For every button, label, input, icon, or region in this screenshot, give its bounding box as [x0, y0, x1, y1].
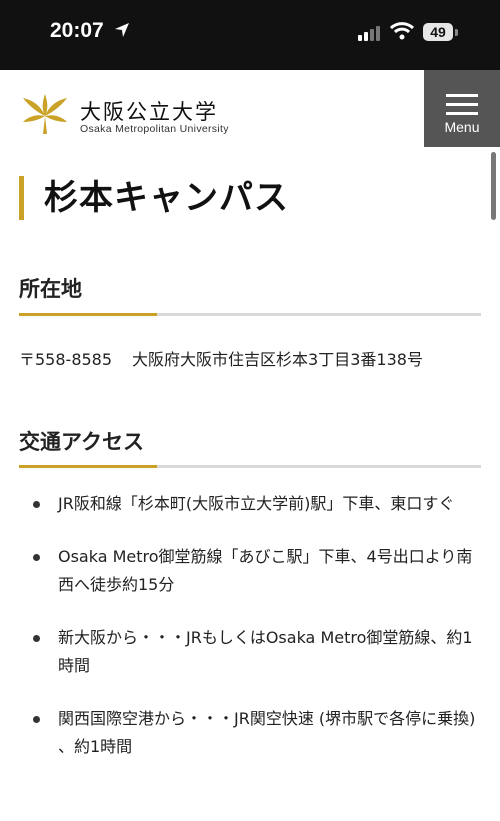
cellular-signal-icon [358, 25, 382, 45]
postal-code: 〒558-8585 [19, 350, 113, 369]
access-item-text: 関西国際空港から・・・JR関空快速 (堺市駅で各停に乗換) 、約1時間 [58, 709, 476, 756]
wifi-icon [389, 22, 415, 44]
access-list: JR阪和線「杉本町(大阪市立大学前)駅」下車、東口すぐ Osaka Metro御… [19, 490, 479, 786]
university-logo-icon[interactable] [21, 94, 69, 138]
status-time: 20:07 [50, 19, 104, 42]
address-text: 大阪府大阪市住吉区杉本3丁目3番138号 [132, 350, 423, 369]
list-item: 新大阪から・・・JRもしくはOsaka Metro御堂筋線、約1時間 [19, 624, 479, 680]
access-heading: 交通アクセス [19, 430, 144, 454]
university-name-en[interactable]: Osaka Metropolitan University [80, 123, 229, 135]
location-divider [19, 313, 481, 316]
battery-tip [455, 29, 458, 36]
access-divider [19, 465, 481, 468]
list-item: Osaka Metro御堂筋線「あびこ駅」下車、4号出口より南西へ徒歩約15分 [19, 543, 479, 599]
bullet [33, 501, 40, 508]
bullet [33, 554, 40, 561]
address: 〒558-8585 大阪府大阪市住吉区杉本3丁目3番138号 [19, 346, 423, 370]
list-item: 関西国際空港から・・・JR関空快速 (堺市駅で各停に乗換) 、約1時間 [19, 705, 479, 761]
menu-button[interactable]: Menu [424, 70, 500, 147]
page-title: 杉本キャンパス [44, 178, 289, 218]
hamburger-icon [446, 94, 478, 121]
battery-indicator: 49 [423, 23, 453, 41]
location-heading: 所在地 [19, 277, 82, 301]
access-item-text: JR阪和線「杉本町(大阪市立大学前)駅」下車、東口すぐ [58, 494, 455, 513]
list-item: JR阪和線「杉本町(大阪市立大学前)駅」下車、東口すぐ [19, 490, 479, 518]
location-arrow-icon [114, 22, 130, 42]
divider-accent [19, 313, 157, 316]
bullet [33, 716, 40, 723]
divider-accent [19, 465, 157, 468]
university-name-ja[interactable]: 大阪公立大学 [80, 96, 218, 126]
scrollbar[interactable] [491, 152, 496, 220]
page-title-block: 杉本キャンパス [19, 176, 289, 220]
site-header: 大阪公立大学 Osaka Metropolitan University Men… [0, 70, 500, 150]
bullet [33, 635, 40, 642]
access-item-text: 新大阪から・・・JRもしくはOsaka Metro御堂筋線、約1時間 [58, 628, 473, 675]
status-bar: 20:07 49 [0, 0, 500, 70]
menu-label: Menu [444, 119, 480, 135]
access-item-text: Osaka Metro御堂筋線「あびこ駅」下車、4号出口より南西へ徒歩約15分 [58, 547, 473, 594]
